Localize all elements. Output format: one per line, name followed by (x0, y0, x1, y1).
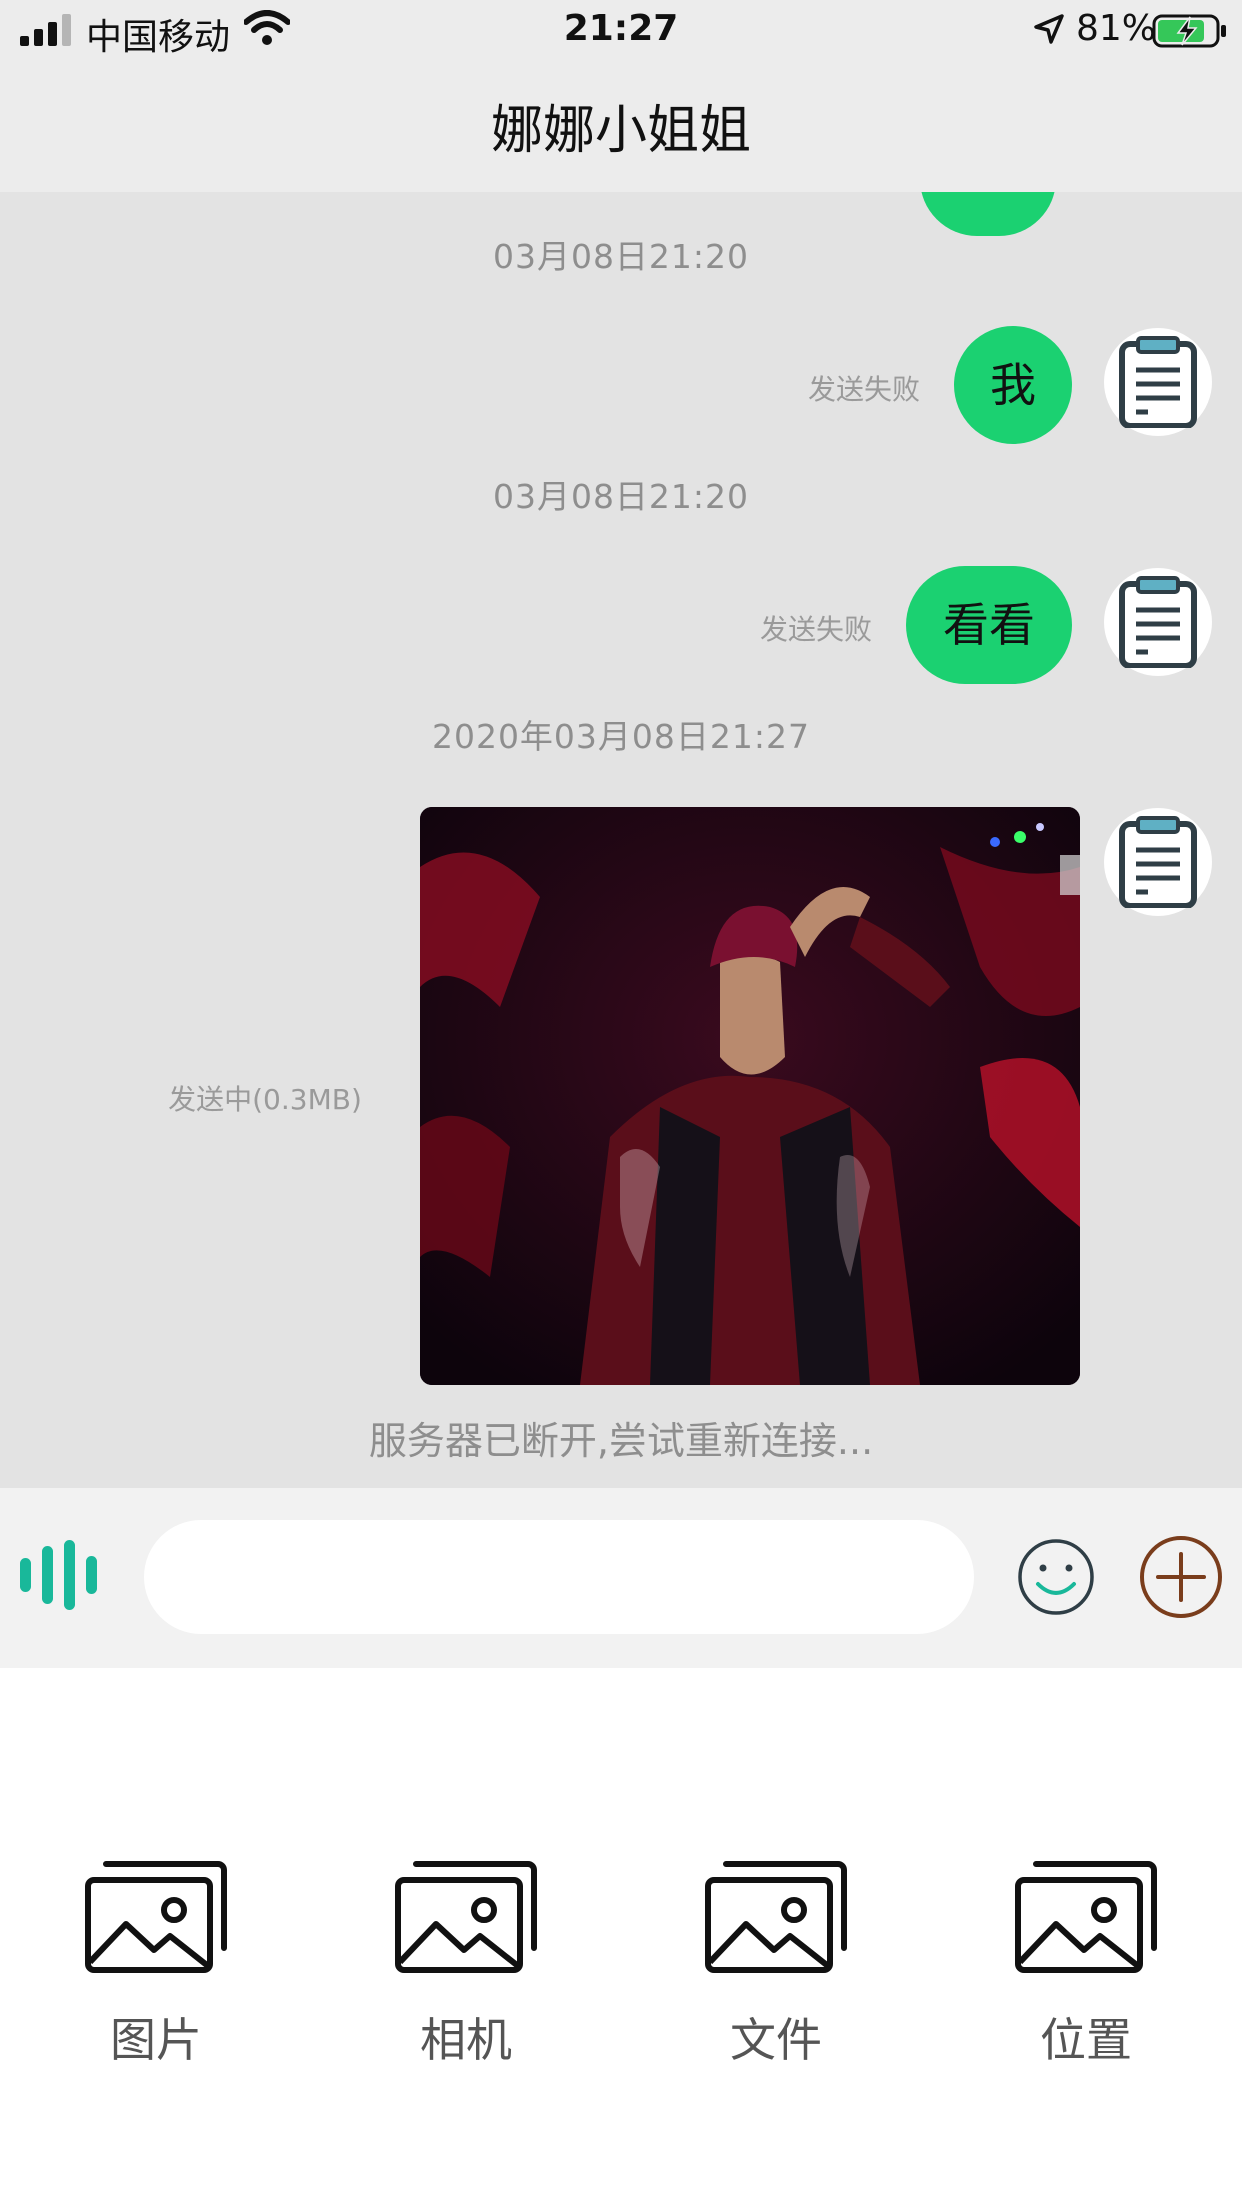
picture-icon (1015, 1861, 1157, 1973)
voice-input-icon[interactable] (16, 1540, 106, 1610)
status-bar: 中国移动 21:27 81% (0, 0, 1242, 62)
connection-status-notice: 服务器已断开,尝试重新连接... (368, 1419, 874, 1463)
input-bar (0, 1488, 1242, 1668)
avatar[interactable] (1104, 808, 1212, 916)
avatar[interactable] (1104, 568, 1212, 676)
avatar[interactable] (1104, 328, 1212, 436)
action-label: 图片 (110, 2013, 202, 2067)
action-label: 文件 (730, 2013, 822, 2067)
image-message[interactable] (420, 807, 1080, 1385)
timestamp: 03月08日21:20 (492, 237, 750, 276)
battery-percent: 81% (1076, 8, 1157, 49)
action-label: 位置 (1040, 2013, 1132, 2067)
chat-message-list[interactable]: 03月08日21:20 发送失败 我 03月08日21:20 发送失败 看看 2… (0, 192, 1242, 1488)
send-failed-label[interactable]: 发送失败 (760, 368, 920, 408)
action-camera[interactable]: 相机 (366, 1858, 566, 2078)
message-bubble[interactable]: 我 (954, 326, 1072, 444)
clipboard-icon (1119, 336, 1197, 428)
send-failed-label[interactable]: 发送失败 (712, 608, 872, 648)
picture-icon (85, 1861, 227, 1973)
emoji-icon[interactable] (1016, 1536, 1096, 1618)
more-actions-panel: 图片 相机 文件 位置 (0, 1668, 1242, 2208)
action-picture[interactable]: 图片 (56, 1858, 256, 2078)
picture-icon (705, 1861, 847, 1973)
action-label: 相机 (420, 2013, 512, 2067)
timestamp: 03月08日21:20 (492, 477, 750, 516)
message-input[interactable] (144, 1520, 974, 1634)
message-bubble[interactable]: 看看 (906, 566, 1072, 684)
chat-title: 娜娜小姐姐 (490, 101, 751, 161)
battery-charging-icon (1152, 14, 1226, 48)
action-file[interactable]: 文件 (676, 1858, 876, 2078)
photo-content (420, 807, 1080, 1385)
clipboard-icon (1119, 816, 1197, 908)
location-arrow-icon (1034, 14, 1064, 44)
add-more-icon[interactable] (1138, 1534, 1224, 1620)
timestamp: 2020年03月08日21:27 (431, 717, 811, 756)
clipboard-icon (1119, 576, 1197, 668)
action-location[interactable]: 位置 (986, 1858, 1186, 2078)
sending-status-label: 发送中(0.3MB) (168, 1083, 362, 1116)
top-bar: 中国移动 21:27 81% 娜娜小姐姐 (0, 0, 1242, 192)
picture-icon (395, 1861, 537, 1973)
